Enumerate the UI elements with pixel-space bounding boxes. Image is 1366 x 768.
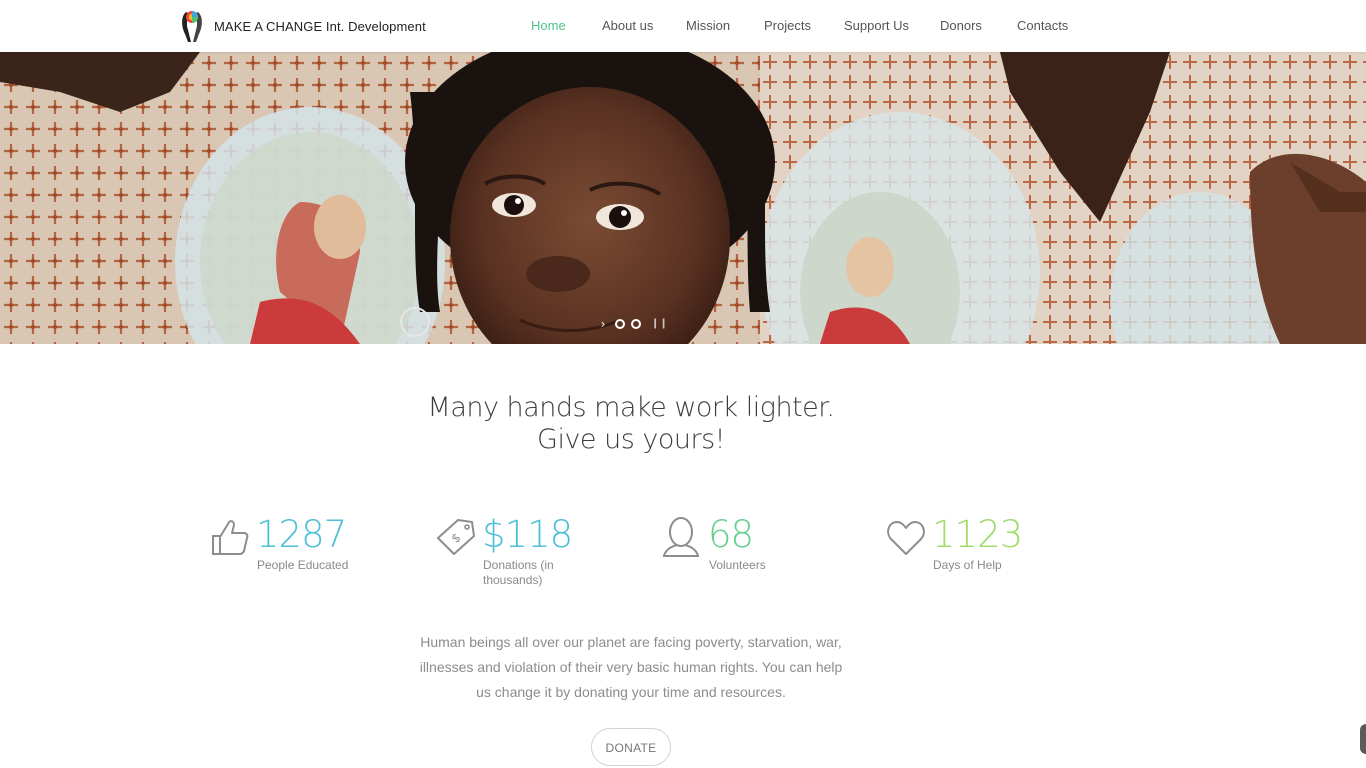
stat-days-of-help: 1123 Days of Help [886,514,1086,594]
stat-number: 68 [708,513,754,556]
hands-logo-icon [182,11,202,42]
svg-text:$: $ [449,530,464,546]
slider-dot-2[interactable] [631,319,641,329]
nav-projects[interactable]: Projects [764,18,811,33]
mission-description: Human beings all over our planet are fac… [419,634,843,700]
scroll-to-top-handle[interactable] [1360,724,1366,754]
slider-next-icon[interactable]: › [597,318,609,330]
thumbs-up-icon [212,520,249,555]
main-headline: Many hands make work lighter. Give us yo… [427,392,835,455]
hero-photo [0,52,1366,344]
stat-number: $118 [482,513,573,556]
nav-mission[interactable]: Mission [686,18,730,33]
person-icon [663,517,699,557]
stat-volunteers: 68 Volunteers [662,514,862,594]
nav-about-us[interactable]: About us [602,18,653,33]
stat-label: Donations (in thousands) [483,558,554,587]
heart-icon [887,521,925,555]
brand-name: MAKE A CHANGE Int. Development [214,18,426,34]
donate-button[interactable]: DONATE [591,728,671,766]
stat-number: 1287 [256,513,347,556]
nav-contacts[interactable]: Contacts [1017,18,1068,33]
slider-controls: › ❙❙ [597,318,668,330]
stat-label: Days of Help [933,558,1002,572]
nav-support-us[interactable]: Support Us [844,18,909,33]
slider-dot-1[interactable] [615,319,625,329]
nav-home[interactable]: Home [531,18,566,33]
hero-slider[interactable]: › ❙❙ [0,52,1366,344]
stat-people-educated: 1287 People Educated [210,514,410,594]
stat-label: People Educated [257,558,349,572]
slider-pause-icon[interactable]: ❙❙ [651,319,668,329]
stat-label: Volunteers [709,558,766,572]
brand-logo-link[interactable]: MAKE A CHANGE Int. Development [178,8,426,44]
stat-donations: $ $118 Donations (in thousands) [436,514,636,594]
money-tag-icon: $ [437,519,475,555]
stat-number: 1123 [932,513,1023,556]
nav-donors[interactable]: Donors [940,18,982,33]
top-navbar: MAKE A CHANGE Int. Development Home Abou… [0,0,1366,52]
